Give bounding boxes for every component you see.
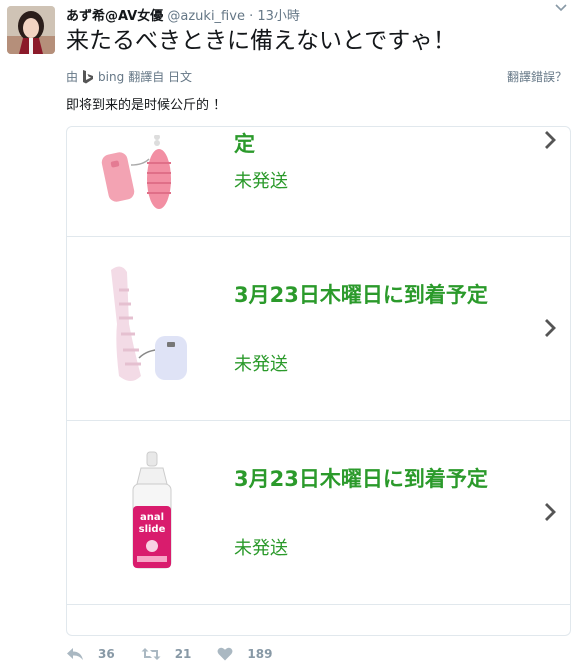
product-image bbox=[101, 264, 191, 390]
display-name[interactable]: あず希@AV女優 bbox=[66, 9, 163, 24]
chevron-down-icon[interactable] bbox=[555, 2, 567, 17]
translation-source-language: 翻譯自 日文 bbox=[128, 70, 193, 84]
bing-icon bbox=[82, 70, 94, 84]
order-row: 定 未発送 bbox=[67, 127, 570, 237]
tweet-header: あず希@AV女優 @azuki_five · 13小時 bbox=[66, 5, 300, 24]
retweet-count: 21 bbox=[174, 647, 192, 661]
shipping-status: 未発送 bbox=[234, 538, 288, 559]
wrong-translation-link[interactable]: 翻譯錯誤？ bbox=[507, 68, 567, 85]
delivery-date: 3月23日木曜日に到着予定 bbox=[234, 467, 488, 491]
tweet-text: 来たるべきときに備えないとですゃ！ bbox=[66, 28, 456, 54]
timestamp[interactable]: 13小時 bbox=[257, 9, 300, 24]
translation-attribution: 由 bing 翻譯自 日文 bbox=[66, 68, 192, 85]
tweet-actions: 36 21 189 bbox=[66, 647, 298, 661]
translated-text: 即将到来的是时候公斤的 ！ bbox=[66, 98, 227, 113]
delivery-date: 3月23日木曜日に到着予定 bbox=[234, 283, 488, 307]
chevron-right-icon[interactable] bbox=[544, 130, 556, 156]
heart-icon bbox=[217, 647, 233, 661]
product-label-line2: slide bbox=[139, 524, 166, 535]
delivery-date: 定 bbox=[234, 132, 255, 156]
shipping-status: 未発送 bbox=[234, 354, 288, 375]
user-handle[interactable]: @azuki_five bbox=[167, 9, 245, 24]
translation-prefix: 由 bbox=[66, 70, 79, 84]
reply-count: 36 bbox=[98, 647, 115, 661]
separator-dot: · bbox=[249, 9, 254, 24]
translation-provider: bing bbox=[98, 69, 125, 84]
retweet-icon bbox=[141, 648, 161, 660]
order-row: anal slide 3月23日木曜日に到着予定 未発送 bbox=[67, 420, 570, 605]
reply-button[interactable]: 36 bbox=[66, 647, 115, 661]
retweet-button[interactable]: 21 bbox=[141, 647, 192, 661]
attached-image[interactable]: 定 未発送 3月23日木曜日に到着予定 未発送 anal slide 3月23日… bbox=[66, 126, 571, 636]
chevron-right-icon[interactable] bbox=[544, 502, 556, 528]
avatar[interactable] bbox=[7, 6, 55, 54]
chevron-right-icon[interactable] bbox=[544, 318, 556, 344]
product-image bbox=[101, 134, 181, 215]
product-image: anal slide bbox=[127, 450, 177, 576]
like-count: 189 bbox=[247, 647, 273, 661]
order-row: 3月23日木曜日に到着予定 未発送 bbox=[67, 236, 570, 421]
shipping-status: 未発送 bbox=[234, 171, 288, 192]
like-button[interactable]: 189 bbox=[217, 647, 272, 661]
reply-icon bbox=[67, 648, 83, 660]
product-label-line1: anal bbox=[140, 512, 164, 523]
